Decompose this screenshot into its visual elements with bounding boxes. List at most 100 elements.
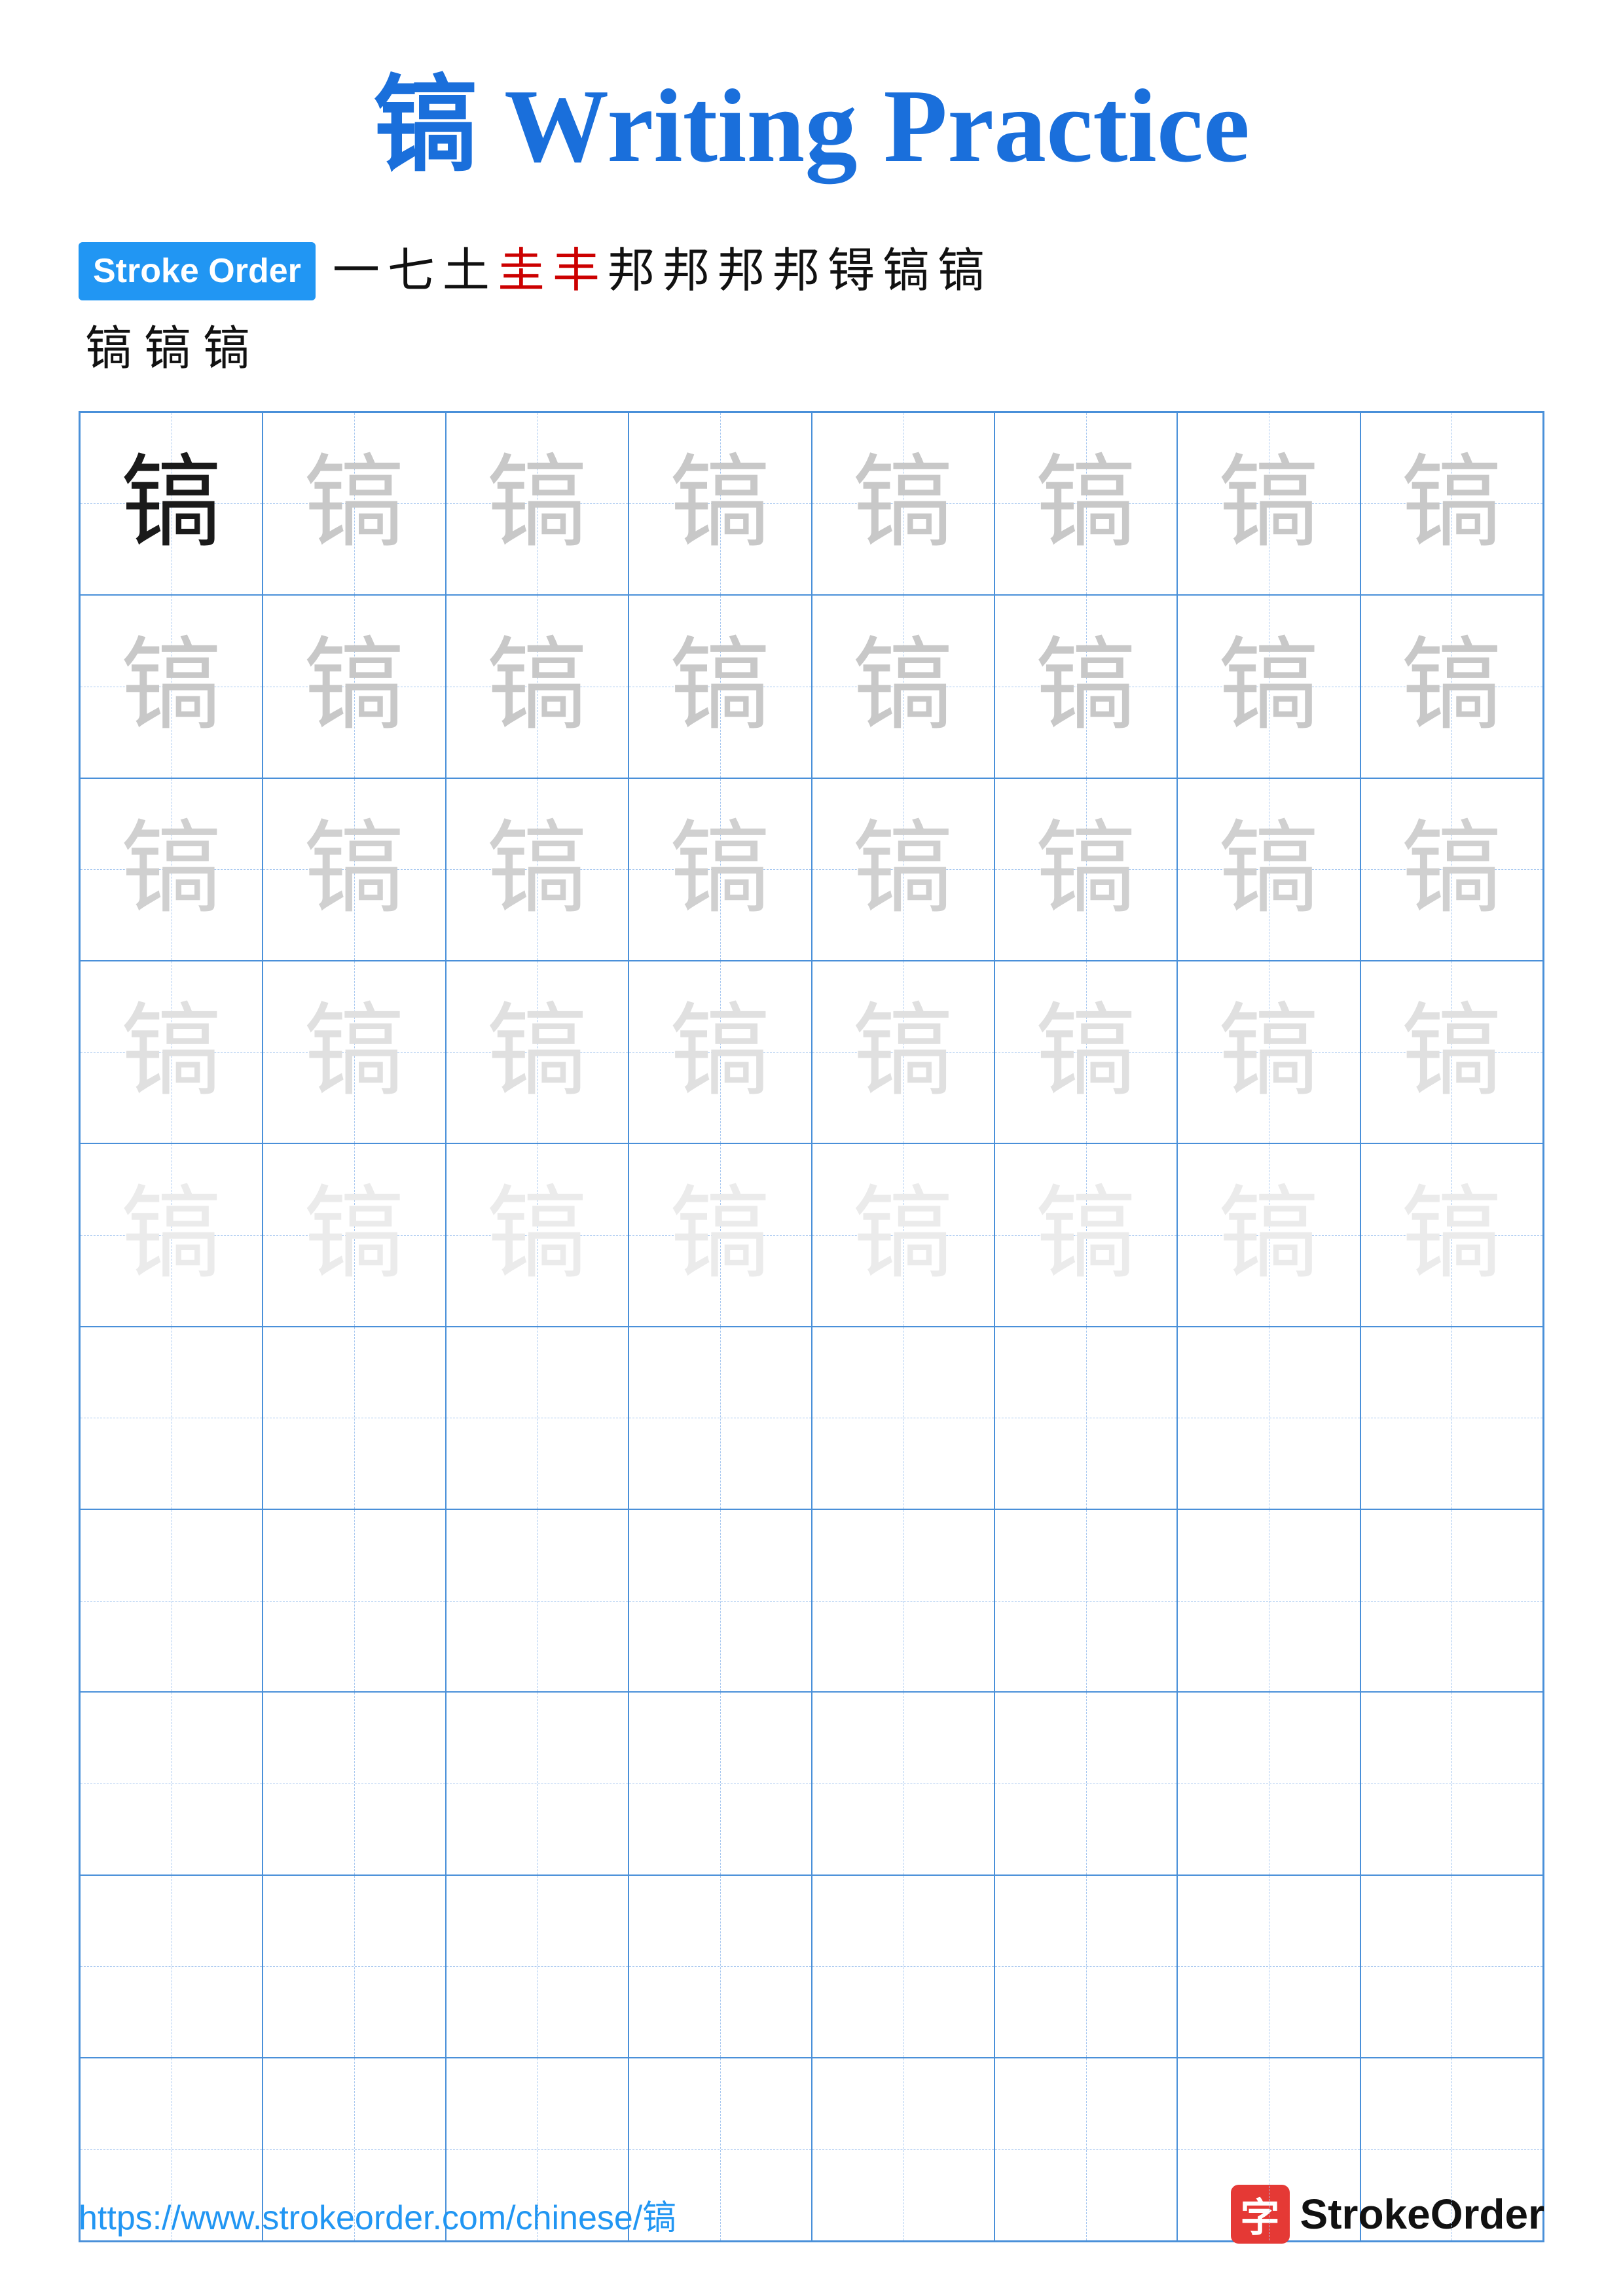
grid-cell[interactable]: 镐 bbox=[1177, 412, 1360, 595]
stroke-order-section: Stroke Order 一 七 土 圭 丰 邦 邦 邦 邦 锝 镐 镐 镐 镐… bbox=[79, 238, 1544, 378]
grid-cell[interactable]: 镐 bbox=[446, 961, 629, 1143]
cell-char: 镐 bbox=[486, 636, 588, 737]
grid-cell[interactable] bbox=[629, 1692, 811, 1874]
cell-char: 镐 bbox=[1218, 636, 1319, 737]
grid-cell[interactable] bbox=[994, 1692, 1177, 1874]
stroke-9: 邦 bbox=[773, 238, 820, 304]
stroke-8: 邦 bbox=[718, 238, 765, 304]
cell-char: 镐 bbox=[486, 1001, 588, 1103]
stroke-2: 七 bbox=[388, 238, 435, 304]
grid-cell[interactable]: 镐 bbox=[1177, 961, 1360, 1143]
grid-cell[interactable]: 镐 bbox=[446, 412, 629, 595]
grid-cell[interactable] bbox=[446, 1692, 629, 1874]
cell-char: 镐 bbox=[852, 453, 954, 554]
grid-cell[interactable] bbox=[1360, 1692, 1543, 1874]
grid-cell[interactable]: 镐 bbox=[629, 778, 811, 961]
grid-cell[interactable] bbox=[446, 1875, 629, 2058]
grid-cell[interactable]: 镐 bbox=[812, 1143, 994, 1326]
grid-cell[interactable] bbox=[1177, 1327, 1360, 1509]
grid-cell[interactable]: 镐 bbox=[812, 961, 994, 1143]
cell-char: 镐 bbox=[852, 1184, 954, 1285]
grid-cell[interactable]: 镐 bbox=[80, 1143, 263, 1326]
grid-cell[interactable]: 镐 bbox=[994, 1143, 1177, 1326]
grid-cell[interactable] bbox=[80, 1327, 263, 1509]
cell-char: 镐 bbox=[1035, 636, 1137, 737]
grid-cell[interactable] bbox=[263, 1327, 445, 1509]
cell-char: 镐 bbox=[1401, 1001, 1503, 1103]
grid-cell[interactable]: 镐 bbox=[629, 595, 811, 778]
grid-cell[interactable] bbox=[446, 1509, 629, 1692]
grid-cell[interactable]: 镐 bbox=[263, 595, 445, 778]
grid-cell[interactable] bbox=[1177, 1692, 1360, 1874]
grid-cell[interactable] bbox=[1360, 1327, 1543, 1509]
grid-cell[interactable]: 镐 bbox=[994, 412, 1177, 595]
grid-row-1: 镐 镐 镐 镐 镐 镐 镐 镐 bbox=[80, 412, 1543, 595]
grid-cell[interactable]: 镐 bbox=[1177, 778, 1360, 961]
grid-cell[interactable] bbox=[1360, 1509, 1543, 1692]
cell-char: 镐 bbox=[1035, 453, 1137, 554]
grid-cell[interactable]: 镐 bbox=[263, 961, 445, 1143]
grid-row-6 bbox=[80, 1327, 1543, 1509]
footer-url[interactable]: https://www.strokeorder.com/chinese/镐 bbox=[79, 2190, 676, 2239]
cell-char: 镐 bbox=[1035, 819, 1137, 920]
grid-cell[interactable]: 镐 bbox=[446, 778, 629, 961]
cell-char: 镐 bbox=[852, 819, 954, 920]
grid-cell[interactable] bbox=[812, 1692, 994, 1874]
stroke-11: 镐 bbox=[883, 238, 930, 304]
grid-cell[interactable]: 镐 bbox=[263, 1143, 445, 1326]
grid-cell[interactable] bbox=[263, 1875, 445, 2058]
grid-cell[interactable]: 镐 bbox=[80, 595, 263, 778]
grid-cell[interactable] bbox=[1360, 1875, 1543, 2058]
grid-cell[interactable] bbox=[263, 1509, 445, 1692]
stroke-order-row: Stroke Order 一 七 土 圭 丰 邦 邦 邦 邦 锝 镐 镐 bbox=[79, 238, 1544, 304]
grid-cell[interactable]: 镐 bbox=[812, 778, 994, 961]
grid-cell[interactable]: 镐 bbox=[1360, 961, 1543, 1143]
grid-cell[interactable]: 镐 bbox=[263, 778, 445, 961]
grid-cell[interactable] bbox=[1177, 1875, 1360, 2058]
grid-cell[interactable] bbox=[812, 1509, 994, 1692]
grid-row-8 bbox=[80, 1692, 1543, 1874]
grid-cell[interactable]: 镐 bbox=[1177, 595, 1360, 778]
grid-row-4: 镐 镐 镐 镐 镐 镐 镐 镐 bbox=[80, 961, 1543, 1143]
grid-cell[interactable]: 镐 bbox=[994, 595, 1177, 778]
grid-cell[interactable]: 镐 bbox=[1360, 1143, 1543, 1326]
grid-cell[interactable]: 镐 bbox=[446, 595, 629, 778]
grid-cell[interactable]: 镐 bbox=[994, 778, 1177, 961]
grid-cell[interactable]: 镐 bbox=[812, 595, 994, 778]
grid-cell[interactable]: 镐 bbox=[80, 412, 263, 595]
grid-cell[interactable]: 镐 bbox=[629, 1143, 811, 1326]
page: 镐 Writing Practice Stroke Order 一 七 土 圭 … bbox=[0, 0, 1623, 2296]
grid-cell[interactable]: 镐 bbox=[1360, 778, 1543, 961]
grid-cell[interactable]: 镐 bbox=[812, 412, 994, 595]
cell-char: 镐 bbox=[1401, 636, 1503, 737]
grid-cell[interactable] bbox=[629, 1875, 811, 2058]
grid-cell[interactable]: 镐 bbox=[629, 961, 811, 1143]
grid-cell[interactable] bbox=[812, 1875, 994, 2058]
grid-cell[interactable] bbox=[994, 1327, 1177, 1509]
grid-cell[interactable] bbox=[629, 1327, 811, 1509]
grid-cell[interactable] bbox=[812, 1327, 994, 1509]
grid-cell[interactable]: 镐 bbox=[1360, 412, 1543, 595]
grid-cell[interactable] bbox=[629, 1509, 811, 1692]
grid-cell[interactable]: 镐 bbox=[446, 1143, 629, 1326]
cell-char: 镐 bbox=[669, 1001, 771, 1103]
grid-cell[interactable] bbox=[1177, 1509, 1360, 1692]
grid-cell[interactable] bbox=[446, 1327, 629, 1509]
cell-char: 镐 bbox=[304, 819, 405, 920]
grid-cell[interactable]: 镐 bbox=[80, 961, 263, 1143]
grid-cell[interactable]: 镐 bbox=[629, 412, 811, 595]
title-char: 镐 bbox=[373, 67, 478, 184]
grid-cell[interactable] bbox=[994, 1875, 1177, 2058]
stroke-12: 镐 bbox=[938, 238, 985, 304]
grid-cell[interactable]: 镐 bbox=[80, 778, 263, 961]
grid-cell[interactable]: 镐 bbox=[263, 412, 445, 595]
grid-cell[interactable] bbox=[80, 1875, 263, 2058]
grid-cell[interactable] bbox=[80, 1692, 263, 1874]
grid-cell[interactable]: 镐 bbox=[994, 961, 1177, 1143]
stroke-4: 圭 bbox=[498, 238, 545, 304]
grid-cell[interactable] bbox=[263, 1692, 445, 1874]
grid-cell[interactable] bbox=[80, 1509, 263, 1692]
grid-cell[interactable] bbox=[994, 1509, 1177, 1692]
grid-cell[interactable]: 镐 bbox=[1177, 1143, 1360, 1326]
grid-cell[interactable]: 镐 bbox=[1360, 595, 1543, 778]
